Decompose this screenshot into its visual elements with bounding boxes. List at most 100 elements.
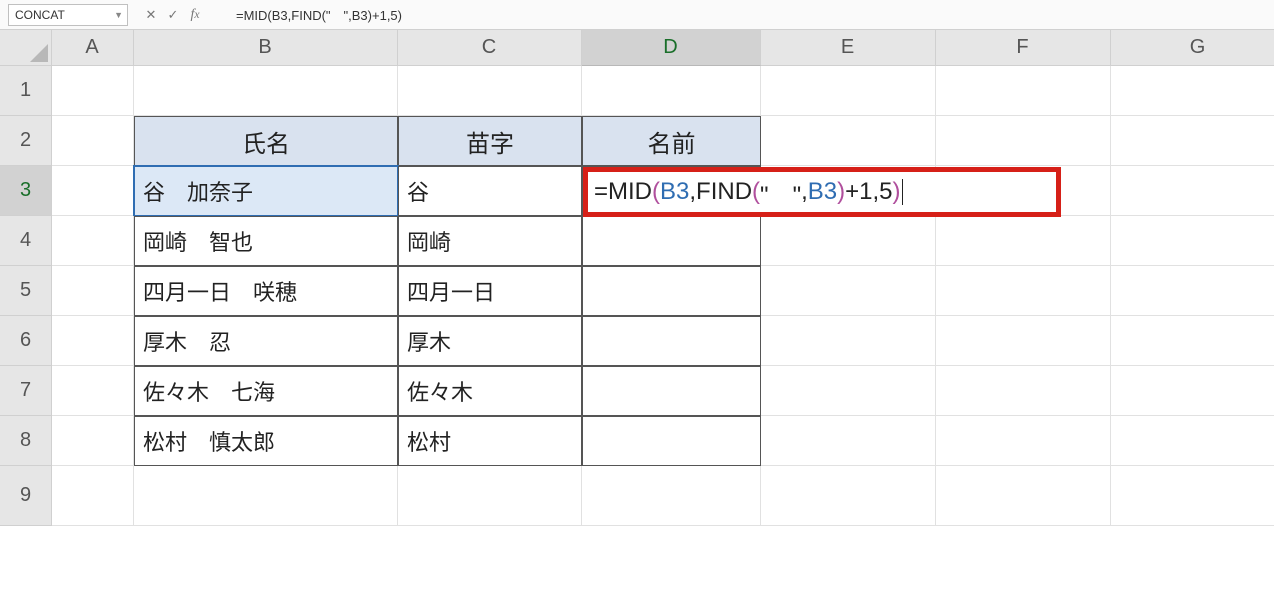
- name-box[interactable]: CONCAT ▼: [8, 4, 128, 26]
- cell-e2[interactable]: [761, 116, 936, 166]
- col-header-d[interactable]: D: [582, 30, 761, 66]
- formula-bar: CONCAT ▼ ✕ ✓ fx =MID(B3,FIND(" ",B3)+1,5…: [0, 0, 1274, 30]
- name-box-value: CONCAT: [15, 8, 65, 22]
- row-header-2[interactable]: 2: [0, 116, 52, 166]
- cell-g5[interactable]: [1111, 266, 1274, 316]
- cell-d9[interactable]: [582, 466, 761, 526]
- editing-formula-overlay[interactable]: =MID(B3,FIND(" ",B3)+1,5): [583, 167, 1061, 217]
- cell-b3[interactable]: 谷 加奈子: [134, 166, 398, 216]
- col-header-g[interactable]: G: [1111, 30, 1274, 66]
- cell-f7[interactable]: [936, 366, 1111, 416]
- cell-g9[interactable]: [1111, 466, 1274, 526]
- formula-token: B3: [808, 178, 837, 206]
- formula-token: =MID: [594, 178, 652, 206]
- cell-f2[interactable]: [936, 116, 1111, 166]
- cell-g3[interactable]: [1111, 166, 1274, 216]
- cell-e4[interactable]: [761, 216, 936, 266]
- cell-g1[interactable]: [1111, 66, 1274, 116]
- cell-b4[interactable]: 岡崎 智也: [134, 216, 398, 266]
- cell-d1[interactable]: [582, 66, 761, 116]
- cell-e8[interactable]: [761, 416, 936, 466]
- cell-c1[interactable]: [398, 66, 582, 116]
- select-all-corner[interactable]: [0, 30, 52, 66]
- cell-g6[interactable]: [1111, 316, 1274, 366]
- formula-token: (: [652, 178, 660, 206]
- formula-token: " ": [760, 175, 801, 210]
- chevron-down-icon[interactable]: ▼: [114, 10, 123, 20]
- cell-d7[interactable]: [582, 366, 761, 416]
- row-header-8[interactable]: 8: [0, 416, 52, 466]
- row-header-4[interactable]: 4: [0, 216, 52, 266]
- cell-b1[interactable]: [134, 66, 398, 116]
- col-header-f[interactable]: F: [936, 30, 1111, 66]
- cell-g8[interactable]: [1111, 416, 1274, 466]
- cell-g7[interactable]: [1111, 366, 1274, 416]
- cell-a1[interactable]: [52, 66, 134, 116]
- cell-b2[interactable]: 氏名: [134, 116, 398, 166]
- cell-f1[interactable]: [936, 66, 1111, 116]
- row-header-6[interactable]: 6: [0, 316, 52, 366]
- cell-f6[interactable]: [936, 316, 1111, 366]
- cell-f8[interactable]: [936, 416, 1111, 466]
- row-header-5[interactable]: 5: [0, 266, 52, 316]
- text-cursor: [902, 179, 903, 205]
- cell-e5[interactable]: [761, 266, 936, 316]
- cell-c8[interactable]: 松村: [398, 416, 582, 466]
- formula-token: ,: [801, 178, 808, 206]
- cell-a2[interactable]: [52, 116, 134, 166]
- cell-b8[interactable]: 松村 慎太郎: [134, 416, 398, 466]
- formula-token: B3: [660, 178, 689, 206]
- cell-a7[interactable]: [52, 366, 134, 416]
- col-header-c[interactable]: C: [398, 30, 582, 66]
- cell-a3[interactable]: [52, 166, 134, 216]
- cell-f4[interactable]: [936, 216, 1111, 266]
- row-header-9[interactable]: 9: [0, 466, 52, 526]
- cell-c9[interactable]: [398, 466, 582, 526]
- cell-g4[interactable]: [1111, 216, 1274, 266]
- cell-c4[interactable]: 岡崎: [398, 216, 582, 266]
- cell-d8[interactable]: [582, 416, 761, 466]
- cell-e1[interactable]: [761, 66, 936, 116]
- col-header-e[interactable]: E: [761, 30, 936, 66]
- cell-b6[interactable]: 厚木 忍: [134, 316, 398, 366]
- cell-c5[interactable]: 四月一日: [398, 266, 582, 316]
- row-header-7[interactable]: 7: [0, 366, 52, 416]
- cell-a9[interactable]: [52, 466, 134, 526]
- cell-f5[interactable]: [936, 266, 1111, 316]
- cell-e6[interactable]: [761, 316, 936, 366]
- cell-d4[interactable]: [582, 216, 761, 266]
- confirm-edit-button[interactable]: ✓: [162, 4, 184, 26]
- cancel-edit-button[interactable]: ✕: [140, 4, 162, 26]
- col-header-a[interactable]: A: [52, 30, 134, 66]
- cell-e7[interactable]: [761, 366, 936, 416]
- cell-d5[interactable]: [582, 266, 761, 316]
- formula-token: (: [752, 178, 760, 206]
- cell-a4[interactable]: [52, 216, 134, 266]
- cell-a5[interactable]: [52, 266, 134, 316]
- cell-c2[interactable]: 苗字: [398, 116, 582, 166]
- col-header-b[interactable]: B: [134, 30, 398, 66]
- cell-b7[interactable]: 佐々木 七海: [134, 366, 398, 416]
- formula-token: ): [893, 178, 901, 206]
- formula-input-text: =MID(B3,FIND(" ",B3)+1,5): [236, 5, 402, 24]
- cell-d3[interactable]: =MID(B3,FIND(" ",B3)+1,5): [582, 166, 761, 216]
- row-header-1[interactable]: 1: [0, 66, 52, 116]
- formula-token: +1,5: [845, 178, 892, 206]
- cell-c7[interactable]: 佐々木: [398, 366, 582, 416]
- cell-g2[interactable]: [1111, 116, 1274, 166]
- fx-icon[interactable]: fx: [184, 4, 206, 26]
- cell-a8[interactable]: [52, 416, 134, 466]
- cell-c6[interactable]: 厚木: [398, 316, 582, 366]
- cell-d2[interactable]: 名前: [582, 116, 761, 166]
- row-header-3[interactable]: 3: [0, 166, 52, 216]
- cell-b5[interactable]: 四月一日 咲穂: [134, 266, 398, 316]
- formula-token: ,FIND: [689, 178, 752, 206]
- formula-input[interactable]: =MID(B3,FIND(" ",B3)+1,5): [212, 4, 1274, 26]
- cell-c3[interactable]: 谷: [398, 166, 582, 216]
- cell-a6[interactable]: [52, 316, 134, 366]
- formula-token: ): [837, 178, 845, 206]
- cell-d6[interactable]: [582, 316, 761, 366]
- cell-f9[interactable]: [936, 466, 1111, 526]
- cell-b9[interactable]: [134, 466, 398, 526]
- cell-e9[interactable]: [761, 466, 936, 526]
